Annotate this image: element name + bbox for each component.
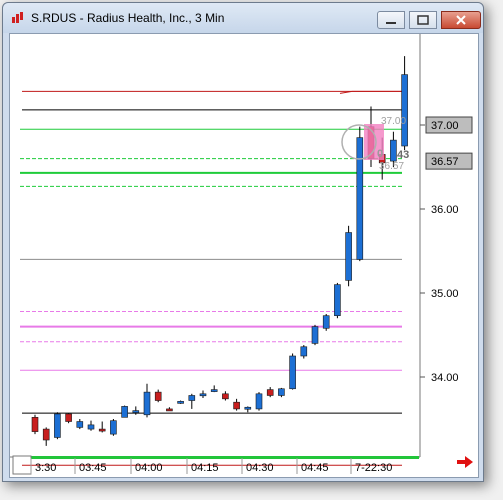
candle xyxy=(65,413,72,424)
candle-body xyxy=(244,406,252,410)
candle-body xyxy=(154,391,162,401)
close-icon xyxy=(456,15,466,25)
candle xyxy=(322,314,330,331)
overlay-partial-label: 0 xyxy=(377,148,383,160)
price-box-label: 37.00 xyxy=(431,120,459,132)
candle-body xyxy=(210,389,218,392)
candle-body xyxy=(356,137,364,260)
candle-body xyxy=(87,424,95,430)
candle-body xyxy=(121,406,128,418)
candle-body xyxy=(345,232,352,281)
time-tick-label: 3:30 xyxy=(35,462,56,474)
candle-body xyxy=(166,408,173,412)
overlay-lower-label: 36.57 xyxy=(379,161,404,172)
price-tick-label: 36.00 xyxy=(431,204,459,216)
minimize-icon xyxy=(386,22,396,24)
candle xyxy=(356,126,364,262)
candle-body xyxy=(54,413,61,438)
candle-body xyxy=(311,326,319,344)
maximize-icon xyxy=(417,15,429,25)
candle xyxy=(121,405,128,418)
candle-body xyxy=(65,413,72,422)
overlay-mid-label: 43 xyxy=(397,149,409,161)
candle-body xyxy=(401,74,408,147)
candle-body xyxy=(132,410,140,413)
candle-body xyxy=(222,393,229,400)
close-button[interactable] xyxy=(441,11,481,29)
candle xyxy=(54,412,61,440)
minimize-button[interactable] xyxy=(377,11,405,29)
candle xyxy=(311,324,319,346)
scroll-right-arrow-icon[interactable] xyxy=(456,455,474,469)
time-tick-label: 03:45 xyxy=(79,462,107,474)
candle xyxy=(31,414,39,435)
candle xyxy=(278,387,285,398)
candle-body xyxy=(266,389,274,396)
candle-body xyxy=(199,393,207,397)
candle-body xyxy=(31,417,39,432)
price-axis: 37.0036.0035.0034.0037.0036.57 xyxy=(420,116,473,384)
candle xyxy=(334,282,341,319)
price-chart[interactable]: 37.00 0 43 36.57 37.0036.0035.0034.0037.… xyxy=(10,34,480,479)
candle xyxy=(255,392,263,411)
time-tick-label: 7-22:30 xyxy=(355,462,392,474)
candle xyxy=(345,225,352,287)
time-tick-label: 04:00 xyxy=(135,462,163,474)
candle-body xyxy=(255,393,263,410)
candle-body xyxy=(110,420,117,435)
window-frame: S.RDUS - Radius Health, Inc., 3 Min 37.0… xyxy=(2,2,484,482)
candle-body xyxy=(98,428,106,432)
candle-body xyxy=(334,284,341,316)
title-bar[interactable]: S.RDUS - Radius Health, Inc., 3 Min xyxy=(3,3,483,33)
candle-body xyxy=(42,428,50,441)
overlay-upper-label: 37.00 xyxy=(381,116,406,127)
time-axis: 3:30 03:45 04:00 04:15 04:30 04:45 7-22:30 xyxy=(30,458,392,474)
candle-body xyxy=(278,388,285,396)
candle-body xyxy=(322,315,330,329)
candle-body xyxy=(143,391,151,416)
chart-window: S.RDUS - Radius Health, Inc., 3 Min 37.0… xyxy=(0,0,503,500)
price-tick-label: 34.00 xyxy=(431,372,459,384)
window-title: S.RDUS - Radius Health, Inc., 3 Min xyxy=(31,11,225,25)
maximize-button[interactable] xyxy=(409,11,437,29)
candle-body xyxy=(289,355,296,390)
time-tick-label: 04:15 xyxy=(191,462,219,474)
candle xyxy=(110,419,117,436)
chart-client-area[interactable]: 37.00 0 43 36.57 37.0036.0035.0034.0037.… xyxy=(9,33,479,478)
price-tick-label: 35.00 xyxy=(431,288,459,300)
candle-body xyxy=(177,401,184,404)
candle-body xyxy=(188,395,196,401)
candle-body xyxy=(76,421,84,428)
candle xyxy=(289,353,296,390)
session-bar xyxy=(30,456,419,459)
candle-body xyxy=(390,139,397,162)
candle-body xyxy=(233,401,240,410)
candle-body xyxy=(300,346,308,357)
price-box-label: 36.57 xyxy=(431,156,459,168)
app-icon xyxy=(12,12,23,23)
time-tick-label: 04:45 xyxy=(301,462,329,474)
time-tick-label: 04:30 xyxy=(246,462,274,474)
